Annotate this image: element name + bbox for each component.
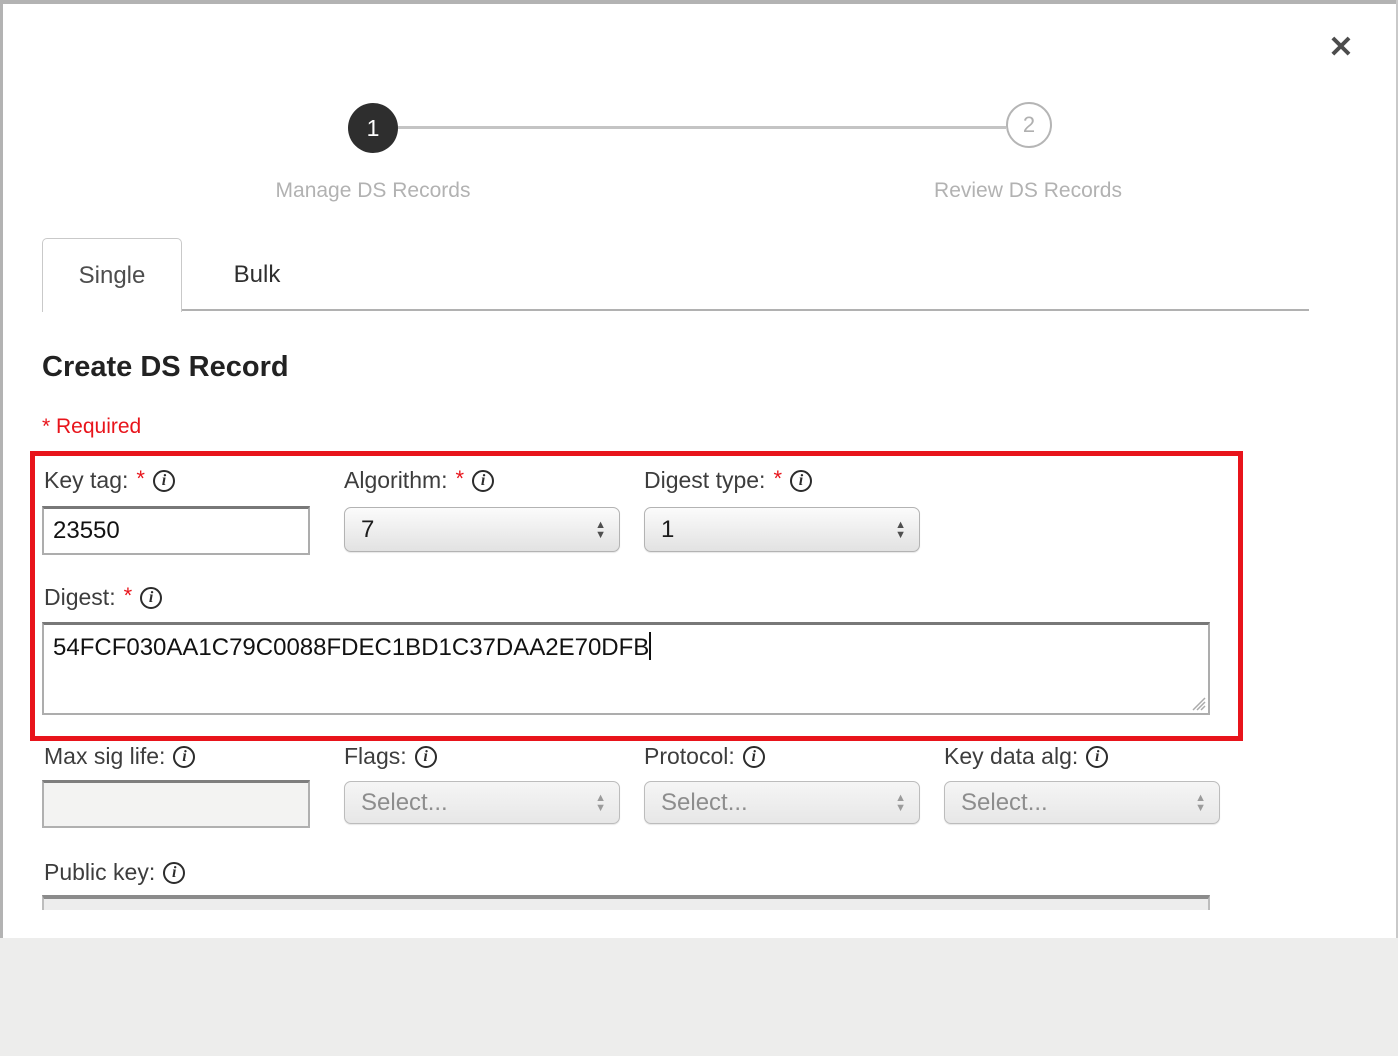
key-data-alg-label-text: Key data alg: (944, 743, 1078, 770)
arrow-down-icon: ▼ (595, 530, 606, 540)
protocol-select-value: Select... (661, 789, 748, 817)
protocol-label-text: Protocol: (644, 743, 735, 770)
digest-label-text: Digest: (44, 584, 116, 611)
tab-single-label: Single (79, 262, 146, 290)
info-icon[interactable]: i (163, 862, 185, 884)
max-sig-life-label: Max sig life: i (44, 743, 195, 770)
page-title: Create DS Record (42, 351, 289, 384)
info-icon[interactable]: i (790, 470, 812, 492)
key-data-alg-select-value: Select... (961, 789, 1048, 817)
select-arrows-icon: ▲ ▼ (895, 793, 906, 813)
algorithm-select[interactable]: 7 ▲ ▼ (344, 507, 620, 552)
select-arrows-icon: ▲ ▼ (1195, 793, 1206, 813)
info-icon[interactable]: i (743, 746, 765, 768)
arrow-down-icon: ▼ (895, 803, 906, 813)
arrow-down-icon: ▼ (595, 803, 606, 813)
digest-type-label: Digest type: * i (644, 467, 812, 494)
max-sig-life-input[interactable] (42, 780, 310, 828)
resize-grip-icon[interactable] (1190, 695, 1206, 711)
required-note: * Required (42, 415, 141, 439)
digest-required-marker: * (124, 583, 133, 609)
info-icon[interactable]: i (153, 470, 175, 492)
tab-bulk-label: Bulk (234, 261, 281, 289)
arrow-up-icon: ▲ (595, 793, 606, 803)
key-tag-label: Key tag: * i (44, 467, 175, 494)
flags-select-value: Select... (361, 789, 448, 817)
key-data-alg-select[interactable]: Select... ▲ ▼ (944, 781, 1220, 824)
digest-textarea[interactable]: 54FCF030AA1C79C0088FDEC1BD1C37DAA2E70DFB (42, 622, 1210, 715)
arrow-up-icon: ▲ (895, 793, 906, 803)
digest-type-label-text: Digest type: (644, 467, 765, 494)
digest-textarea-value: 54FCF030AA1C79C0088FDEC1BD1C37DAA2E70DFB (53, 634, 649, 661)
arrow-up-icon: ▲ (595, 520, 606, 530)
algorithm-label-text: Algorithm: (344, 467, 448, 494)
step-1-label: Manage DS Records (213, 179, 533, 203)
flags-label: Flags: i (344, 743, 437, 770)
step-2-circle: 2 (1006, 102, 1052, 148)
arrow-down-icon: ▼ (1195, 803, 1206, 813)
key-tag-required-marker: * (136, 466, 145, 492)
step-1-number: 1 (367, 115, 380, 142)
modal-top-border (0, 0, 1398, 4)
tab-bulk[interactable]: Bulk (182, 240, 332, 310)
public-key-label-text: Public key: (44, 859, 155, 886)
close-button[interactable]: ✕ (1320, 26, 1362, 68)
algorithm-label: Algorithm: * i (344, 467, 494, 494)
create-ds-record-modal: ✕ 1 2 Manage DS Records Review DS Record… (0, 0, 1398, 1062)
algorithm-required-marker: * (456, 466, 465, 492)
step-2-label: Review DS Records (868, 179, 1188, 203)
arrow-up-icon: ▲ (895, 520, 906, 530)
key-tag-input[interactable] (42, 506, 310, 555)
digest-type-required-marker: * (773, 466, 782, 492)
max-sig-life-label-text: Max sig life: (44, 743, 165, 770)
flags-label-text: Flags: (344, 743, 407, 770)
info-icon[interactable]: i (173, 746, 195, 768)
select-arrows-icon: ▲ ▼ (895, 520, 906, 540)
digest-type-select[interactable]: 1 ▲ ▼ (644, 507, 920, 552)
close-icon: ✕ (1328, 30, 1353, 65)
digest-label: Digest: * i (44, 584, 162, 611)
info-icon[interactable]: i (415, 746, 437, 768)
modal-left-border (0, 0, 3, 938)
text-caret (649, 632, 651, 660)
protocol-select[interactable]: Select... ▲ ▼ (644, 781, 920, 824)
info-icon[interactable]: i (472, 470, 494, 492)
arrow-down-icon: ▼ (895, 530, 906, 540)
digest-type-select-value: 1 (661, 516, 674, 544)
info-icon[interactable]: i (140, 587, 162, 609)
flags-select[interactable]: Select... ▲ ▼ (344, 781, 620, 824)
step-2-number: 2 (1023, 112, 1035, 138)
footer-bar (0, 938, 1398, 1056)
tab-bar-underline (42, 309, 1309, 311)
info-icon[interactable]: i (1086, 746, 1108, 768)
key-tag-label-text: Key tag: (44, 467, 128, 494)
arrow-up-icon: ▲ (1195, 793, 1206, 803)
select-arrows-icon: ▲ ▼ (595, 793, 606, 813)
key-data-alg-label: Key data alg: i (944, 743, 1108, 770)
tab-single[interactable]: Single (42, 238, 182, 312)
public-key-label: Public key: i (44, 859, 185, 886)
stepper-connector-line (398, 126, 1006, 129)
public-key-textarea[interactable] (42, 895, 1210, 910)
protocol-label: Protocol: i (644, 743, 765, 770)
algorithm-select-value: 7 (361, 516, 374, 544)
select-arrows-icon: ▲ ▼ (595, 520, 606, 540)
step-1-circle: 1 (348, 103, 398, 153)
